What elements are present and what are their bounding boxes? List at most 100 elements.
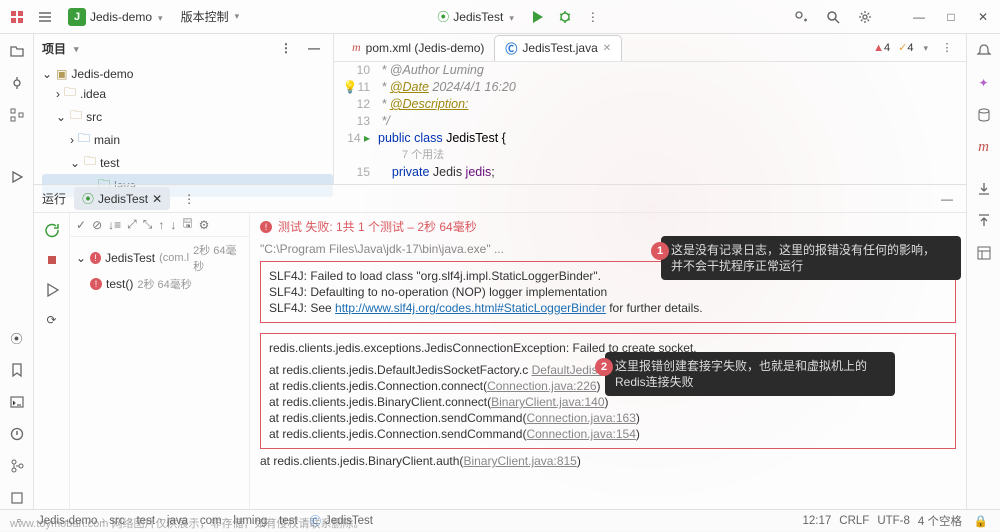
search-icon[interactable]: [822, 6, 844, 28]
code-with-me-icon[interactable]: [790, 6, 812, 28]
layout-icon[interactable]: [973, 242, 995, 264]
bookmarks-tool-icon[interactable]: [6, 359, 28, 381]
settings-icon[interactable]: [854, 6, 876, 28]
services-tool-icon[interactable]: ⦿: [6, 327, 28, 349]
editor-more-icon[interactable]: ⋮: [936, 37, 958, 59]
stack-link[interactable]: Connection.java:226: [487, 379, 596, 393]
test-more-icon[interactable]: ⚙: [199, 218, 210, 232]
commit-tool-icon[interactable]: [6, 72, 28, 94]
warning-count[interactable]: ✓4: [898, 41, 913, 54]
tree-label: src: [86, 110, 102, 124]
toggle-auto-icon[interactable]: ⟳: [41, 309, 63, 331]
stop-icon[interactable]: [41, 249, 63, 271]
caret-position[interactable]: 12:17: [803, 515, 832, 527]
problems-tool-icon[interactable]: [6, 423, 28, 445]
stack-link[interactable]: BinaryClient.java:815: [463, 454, 576, 468]
project-selector[interactable]: J Jedis-demo: [62, 6, 169, 28]
fail-icon: !: [90, 252, 101, 264]
tree-root[interactable]: ⌄▣Jedis-demo: [42, 66, 333, 82]
fail-icon: !: [90, 278, 102, 290]
slf4j-link[interactable]: http://www.slf4j.org/codes.html#StaticLo…: [335, 301, 606, 315]
error-count[interactable]: ▲4: [873, 42, 890, 54]
console-output[interactable]: !测试 失败: 1共 1 个测试 – 2秒 64毫秒 "C:\Program F…: [250, 213, 966, 509]
tree-label: Jedis-demo: [71, 67, 133, 81]
tab-label: JedisTest.java: [522, 41, 597, 55]
more-actions-icon[interactable]: ⋮: [582, 6, 604, 28]
code-body[interactable]: * @Author Luming * @Date 2024/4/1 16:20 …: [378, 62, 966, 181]
run-gutter-icon[interactable]: ▸: [364, 131, 370, 145]
run-config-name: JedisTest: [453, 10, 503, 24]
project-panel-title: 项目: [42, 40, 66, 57]
stack-link[interactable]: Connection.java:163: [526, 411, 635, 425]
indent-info[interactable]: 4 个空格: [918, 513, 962, 529]
line-separator[interactable]: CRLF: [839, 515, 869, 527]
tree-label: test: [100, 156, 119, 170]
test-ignore-filter-icon[interactable]: ⊘: [92, 218, 102, 232]
run-tabs-more-icon[interactable]: ⋮: [178, 188, 200, 210]
export-icon[interactable]: 🖫: [182, 214, 192, 235]
collapse-icon[interactable]: ⤡: [143, 217, 153, 232]
ai-icon[interactable]: ✦: [973, 72, 995, 94]
vcs-tool-icon[interactable]: [6, 455, 28, 477]
notifications-icon[interactable]: [973, 40, 995, 62]
vcs-menu[interactable]: 版本控制: [175, 6, 246, 27]
stack-link[interactable]: Connection.java:154: [526, 427, 635, 441]
close-tab-icon[interactable]: ✕: [603, 43, 611, 54]
tip-badge: 2: [595, 358, 613, 376]
sort-icon[interactable]: ↓≡: [108, 218, 121, 232]
close-window-icon[interactable]: ✕: [972, 6, 994, 28]
download-icon[interactable]: [973, 178, 995, 200]
maven-icon[interactable]: m: [973, 136, 995, 158]
project-more-icon[interactable]: ⋮: [275, 37, 297, 59]
run-tab-label: JedisTest: [98, 192, 148, 206]
exception-box: redis.clients.jedis.exceptions.JedisConn…: [260, 333, 956, 449]
run-hide-icon[interactable]: —: [936, 188, 958, 210]
test-root[interactable]: ⌄! JedisTest (com.l 2秒 64毫秒: [76, 241, 243, 275]
test-pass-filter-icon[interactable]: ✓: [76, 218, 86, 232]
build-tool-icon[interactable]: [6, 487, 28, 509]
run-button[interactable]: [526, 6, 548, 28]
tooltip-2: 2 这里报错创建套接字失败，也就是和虚拟机上的Redis连接失败: [605, 352, 895, 396]
run-config-tab[interactable]: ⦿JedisTest✕: [74, 187, 170, 210]
fail-header-text: 测试 失败: 1共 1 个测试 – 2秒 64毫秒: [278, 219, 477, 235]
upload-icon[interactable]: [973, 210, 995, 232]
maximize-icon[interactable]: □: [940, 6, 962, 28]
rerun-failed-icon[interactable]: [41, 279, 63, 301]
run-tool-icon[interactable]: [6, 166, 28, 188]
readonly-icon[interactable]: 🔒: [970, 510, 992, 532]
expand-icon[interactable]: ⤢: [127, 217, 137, 232]
tab-pom[interactable]: mpom.xml (Jedis-demo): [342, 36, 494, 59]
tab-label: pom.xml (Jedis-demo): [366, 41, 485, 55]
run-panel-title: 运行: [42, 190, 66, 207]
tree-node-src[interactable]: ⌄🗀src: [42, 105, 333, 128]
tab-jedistest[interactable]: ⒸJedisTest.java✕: [494, 35, 622, 61]
main-menu-icon[interactable]: [34, 6, 56, 28]
rerun-icon[interactable]: [41, 219, 63, 241]
usage-hint[interactable]: 7 个用法: [378, 147, 966, 164]
structure-tool-icon[interactable]: [6, 104, 28, 126]
tree-node-test[interactable]: ⌄🗀test: [42, 151, 333, 174]
bulb-icon[interactable]: 💡: [343, 80, 358, 94]
tree-node-idea[interactable]: ›🗀.idea: [42, 82, 333, 105]
stack-link[interactable]: BinaryClient.java:140: [491, 395, 604, 409]
project-badge-icon: J: [68, 8, 86, 26]
prev-icon[interactable]: ↑: [158, 218, 164, 232]
tree-node-main[interactable]: ›🗀main: [42, 128, 333, 151]
test-name: JedisTest: [105, 251, 155, 265]
tooltip-1: 1 这是没有记录日志，这里的报错没有任何的影响，并不会干扰程序正常运行: [661, 236, 961, 280]
next-icon[interactable]: ↓: [170, 218, 176, 232]
tip-badge: 1: [651, 242, 669, 260]
watermark-text: www.toymoban.com 网络图片仅供展示，非存储，如有侵权请联系删除。: [10, 515, 364, 531]
encoding[interactable]: UTF-8: [877, 515, 910, 527]
terminal-tool-icon[interactable]: [6, 391, 28, 413]
tree-label: main: [94, 133, 120, 147]
close-run-tab-icon[interactable]: ✕: [152, 192, 162, 206]
test-child[interactable]: ! test() 2秒 64毫秒: [76, 275, 243, 293]
database-icon[interactable]: [973, 104, 995, 126]
project-hide-icon[interactable]: —: [303, 37, 325, 59]
project-tool-icon[interactable]: [6, 40, 28, 62]
minimize-icon[interactable]: —: [908, 6, 930, 28]
app-menu-icon[interactable]: [6, 6, 28, 28]
debug-button[interactable]: [554, 6, 576, 28]
run-config-selector[interactable]: ⦿ JedisTest: [431, 6, 520, 27]
